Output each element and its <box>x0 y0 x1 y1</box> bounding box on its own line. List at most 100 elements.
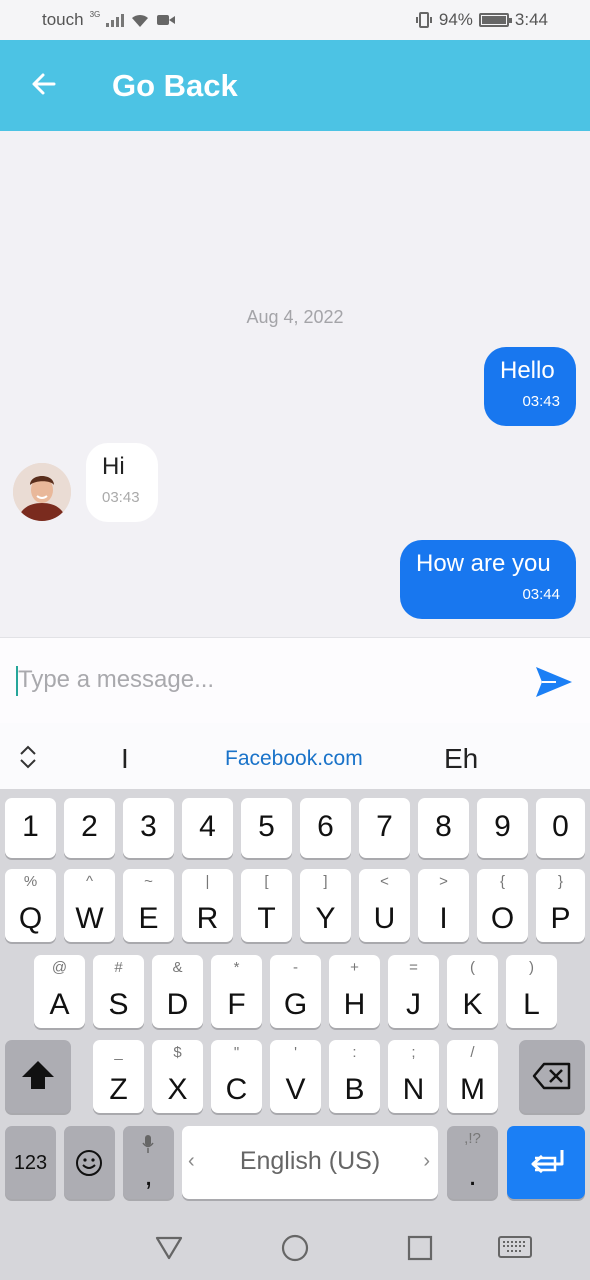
key-0[interactable]: 0 <box>536 798 585 858</box>
recents-square-icon[interactable] <box>407 1235 433 1261</box>
key-3[interactable]: 3 <box>123 798 174 858</box>
key-label: X <box>167 1073 188 1106</box>
home-circle-icon[interactable] <box>281 1234 309 1262</box>
key-v[interactable]: ' V <box>270 1040 321 1113</box>
key-j[interactable]: = J <box>388 955 439 1028</box>
key-sublabel: / <box>470 1044 475 1061</box>
key-label: B <box>344 1073 365 1106</box>
message-time: 03:43 <box>522 393 560 410</box>
message-bubble-outgoing[interactable]: Hello 03:43 <box>484 347 576 426</box>
enter-icon <box>531 1150 564 1174</box>
key-sublabel: % <box>23 873 38 890</box>
suggestion-item[interactable]: Facebook.com <box>225 747 363 771</box>
key-label: 7 <box>376 810 393 843</box>
app-header: Go Back <box>0 40 590 131</box>
key-z[interactable]: _ Z <box>93 1040 144 1113</box>
status-bar: touch 3G 94% 3:44 <box>0 0 590 40</box>
key-k[interactable]: (K <box>447 955 498 1028</box>
key-2[interactable]: 2 <box>64 798 115 858</box>
suggestion-item[interactable]: Eh <box>444 743 478 775</box>
expand-icon[interactable] <box>16 743 40 771</box>
message-bubble-incoming[interactable]: Hi 03:43 <box>86 443 158 522</box>
key-m[interactable]: / M <box>447 1040 498 1113</box>
key-w[interactable]: ^ W <box>64 869 115 942</box>
message-text: Hi <box>102 453 125 480</box>
key-sublabel: & <box>172 959 183 976</box>
key-5[interactable]: 5 <box>241 798 292 858</box>
send-icon[interactable] <box>534 662 574 702</box>
key-9[interactable]: 9 <box>477 798 528 858</box>
key-x[interactable]: $ X <box>152 1040 203 1113</box>
key-d[interactable]: & D <box>152 955 203 1028</box>
key-o[interactable]: {O <box>477 869 528 942</box>
key-label: . <box>468 1159 477 1192</box>
key-p[interactable]: } P <box>536 869 585 942</box>
message-input[interactable] <box>18 658 518 702</box>
key-8[interactable]: 8 <box>418 798 469 858</box>
key-b[interactable]: :B <box>329 1040 380 1113</box>
key-label: P <box>550 902 571 935</box>
period-key[interactable]: ,!?. <box>447 1126 498 1199</box>
message-time: 03:43 <box>102 489 140 506</box>
key-n[interactable]: ; N <box>388 1040 439 1113</box>
avatar[interactable] <box>13 463 71 521</box>
key-t[interactable]: [T <box>241 869 292 942</box>
key-label: C <box>225 1073 248 1106</box>
key-r[interactable]: | R <box>182 869 233 942</box>
key-1[interactable]: 1 <box>5 798 56 858</box>
symbols-key[interactable]: 123 <box>5 1126 56 1199</box>
key-a[interactable]: @ A <box>34 955 85 1028</box>
keyboard: 1 2 3 4 5 6 7 8 9 0 % Q ^ W ~ E | R [T ] Y < U… <box>0 789 590 1210</box>
signal-icon <box>106 13 125 27</box>
comma-voice-key[interactable]: , <box>123 1126 174 1199</box>
key-y[interactable]: ] Y <box>300 869 351 942</box>
enter-key[interactable] <box>507 1126 585 1199</box>
key-h[interactable]: + H <box>329 955 380 1028</box>
message-text: How are you <box>416 550 551 577</box>
battery-icon <box>478 13 512 27</box>
wifi-icon <box>132 14 149 27</box>
key-i[interactable]: > I <box>418 869 469 942</box>
backspace-key[interactable] <box>519 1040 585 1113</box>
key-l[interactable]: ) L <box>506 955 557 1028</box>
page-title[interactable]: Go Back <box>112 68 238 104</box>
back-triangle-icon[interactable] <box>155 1234 183 1262</box>
key-label: M <box>460 1073 485 1106</box>
key-c[interactable]: " C <box>211 1040 262 1113</box>
emoji-key[interactable] <box>64 1126 115 1199</box>
key-sublabel: $ <box>173 1044 182 1061</box>
key-u[interactable]: < U <box>359 869 410 942</box>
shift-key[interactable] <box>5 1040 71 1113</box>
key-label: V <box>285 1073 306 1106</box>
keyboard-icon[interactable] <box>498 1236 532 1260</box>
key-sublabel: * <box>233 959 240 976</box>
key-7[interactable]: 7 <box>359 798 410 858</box>
key-label: U <box>373 902 396 935</box>
message-bubble-outgoing[interactable]: How are you 03:44 <box>400 540 576 619</box>
key-label: Z <box>109 1073 128 1106</box>
space-key[interactable]: ‹ English (US) › <box>182 1126 438 1199</box>
chevron-right-icon: › <box>423 1150 430 1172</box>
key-sublabel: } <box>557 873 563 890</box>
key-q[interactable]: % Q <box>5 869 56 942</box>
key-label: J <box>406 988 421 1021</box>
key-s[interactable]: # S <box>93 955 144 1028</box>
battery-percent: 94% <box>438 10 473 29</box>
key-label: I <box>439 902 448 935</box>
suggestion-item[interactable]: I <box>121 743 129 775</box>
key-f[interactable]: * F <box>211 955 262 1028</box>
key-4[interactable]: 4 <box>182 798 233 858</box>
key-label: 0 <box>552 810 569 843</box>
clock: 3:44 <box>514 10 548 29</box>
message-time: 03:44 <box>522 586 560 603</box>
key-label: R <box>196 902 219 935</box>
key-g[interactable]: -G <box>270 955 321 1028</box>
key-e[interactable]: ~ E <box>123 869 174 942</box>
key-label: Y <box>315 902 336 935</box>
arrow-left-icon[interactable] <box>26 66 62 102</box>
key-sublabel: ) <box>529 959 534 976</box>
shift-icon <box>22 1061 54 1089</box>
key-6[interactable]: 6 <box>300 798 351 858</box>
key-label: English (US) <box>239 1147 381 1175</box>
key-sublabel: " <box>233 1044 240 1061</box>
